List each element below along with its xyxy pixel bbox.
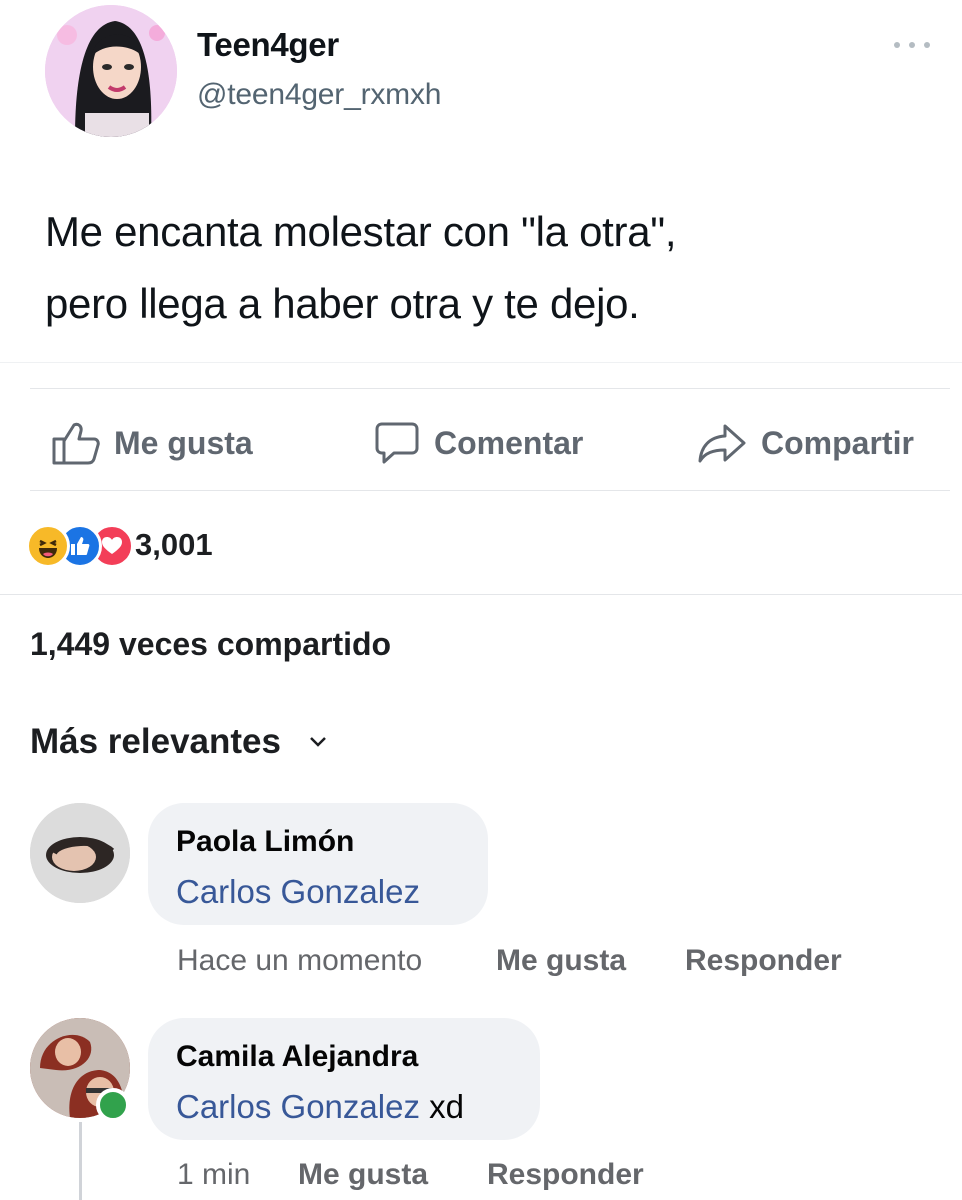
comment-timestamp[interactable]: 1 min (177, 1158, 250, 1192)
share-button-label: Compartir (761, 424, 914, 461)
comment-reply-button[interactable]: Responder (487, 1158, 644, 1192)
comment-text-content: xd (419, 1088, 464, 1125)
share-arrow-icon (698, 424, 746, 463)
comment-like-button[interactable]: Me gusta (298, 1158, 428, 1192)
comment-bubble: Camila Alejandra Carlos Gonzalez xd (148, 1018, 540, 1140)
tweet-author-avatar[interactable] (45, 5, 177, 137)
thread-line (79, 1122, 82, 1200)
tweet-author-name[interactable]: Teen4ger (197, 26, 339, 64)
comment-mention[interactable]: Carlos Gonzalez (176, 873, 420, 910)
comment-button-label: Comentar (434, 424, 584, 461)
commenter-avatar[interactable] (30, 803, 130, 903)
tweet-author-handle[interactable]: @teen4ger_rxmxh (197, 78, 441, 112)
tweet-text-line: pero llega a haber otra y te dejo. (45, 280, 640, 327)
share-count[interactable]: 1,449 veces compartido (30, 626, 391, 663)
haha-reaction-icon (26, 524, 70, 568)
comment-text: Carlos Gonzalez (176, 873, 420, 911)
comment-mention[interactable]: Carlos Gonzalez (176, 1088, 420, 1125)
like-button[interactable]: Me gusta (52, 418, 253, 468)
comments-sort-label: Más relevantes (30, 722, 281, 761)
chevron-down-icon (310, 737, 326, 747)
divider (30, 388, 950, 389)
comment-text: Carlos Gonzalez xd (176, 1088, 464, 1126)
share-button[interactable]: Compartir (697, 418, 914, 468)
comment-author[interactable]: Paola Limón (176, 825, 354, 859)
comment-button[interactable]: Comentar (374, 418, 583, 468)
comments-sort-dropdown[interactable]: Más relevantes (30, 722, 327, 762)
thumbs-up-icon (52, 422, 100, 465)
divider (0, 362, 962, 363)
divider (30, 490, 950, 491)
comment-reply-button[interactable]: Responder (685, 944, 842, 978)
comment-author[interactable]: Camila Alejandra (176, 1040, 418, 1074)
comment-bubble: Paola Limón Carlos Gonzalez (148, 803, 488, 925)
tweet-text: Me encanta molestar con "la otra", pero … (45, 196, 925, 340)
reactions-summary[interactable] (26, 524, 134, 568)
divider (0, 594, 962, 595)
online-status-indicator (96, 1088, 130, 1122)
ellipsis-icon[interactable] (894, 38, 930, 52)
like-button-label: Me gusta (114, 424, 253, 461)
comment-like-button[interactable]: Me gusta (496, 944, 626, 978)
comment-timestamp[interactable]: Hace un momento (177, 944, 422, 978)
comment-bubble-icon (375, 422, 419, 464)
reaction-count[interactable]: 3,001 (135, 527, 213, 563)
tweet-text-line: Me encanta molestar con "la otra", (45, 208, 677, 255)
